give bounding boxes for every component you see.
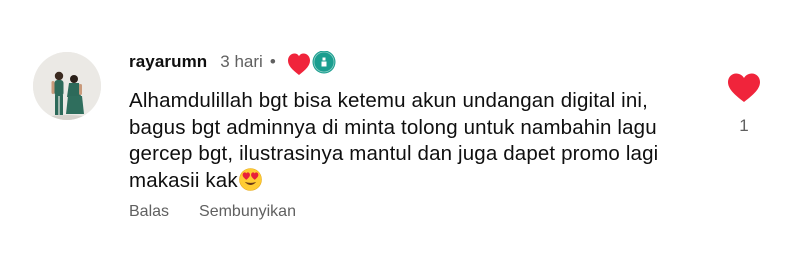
comment-text: Alhamdulillah bgt bisa ketemu akun undan… xyxy=(129,89,659,192)
comment-header: rayarumn 3 hari • xyxy=(129,47,338,77)
comment-timestamp[interactable]: 3 hari xyxy=(220,52,263,72)
heart-eyes-emoji-icon xyxy=(238,167,262,191)
heart-icon xyxy=(287,53,310,75)
heart-icon[interactable] xyxy=(727,72,761,104)
creator-avatar-badge xyxy=(312,50,336,74)
like-count: 1 xyxy=(739,116,749,135)
avatar-photo xyxy=(33,52,101,120)
hide-button[interactable]: Sembunyikan xyxy=(199,203,296,221)
author-name[interactable]: rayarumn xyxy=(129,52,207,72)
meta-separator: • xyxy=(269,52,276,71)
comment-body: Alhamdulillah bgt bisa ketemu akun undan… xyxy=(129,88,709,194)
reply-button[interactable]: Balas xyxy=(129,203,169,221)
avatar[interactable] xyxy=(33,52,101,120)
creator-heart-badge xyxy=(287,50,338,81)
comment-thread: rayarumn 3 hari • Alhamdulillah bgt bisa… xyxy=(0,0,800,270)
comment-actions: Balas Sembunyikan xyxy=(129,203,296,221)
like-column: 1 xyxy=(722,72,766,136)
